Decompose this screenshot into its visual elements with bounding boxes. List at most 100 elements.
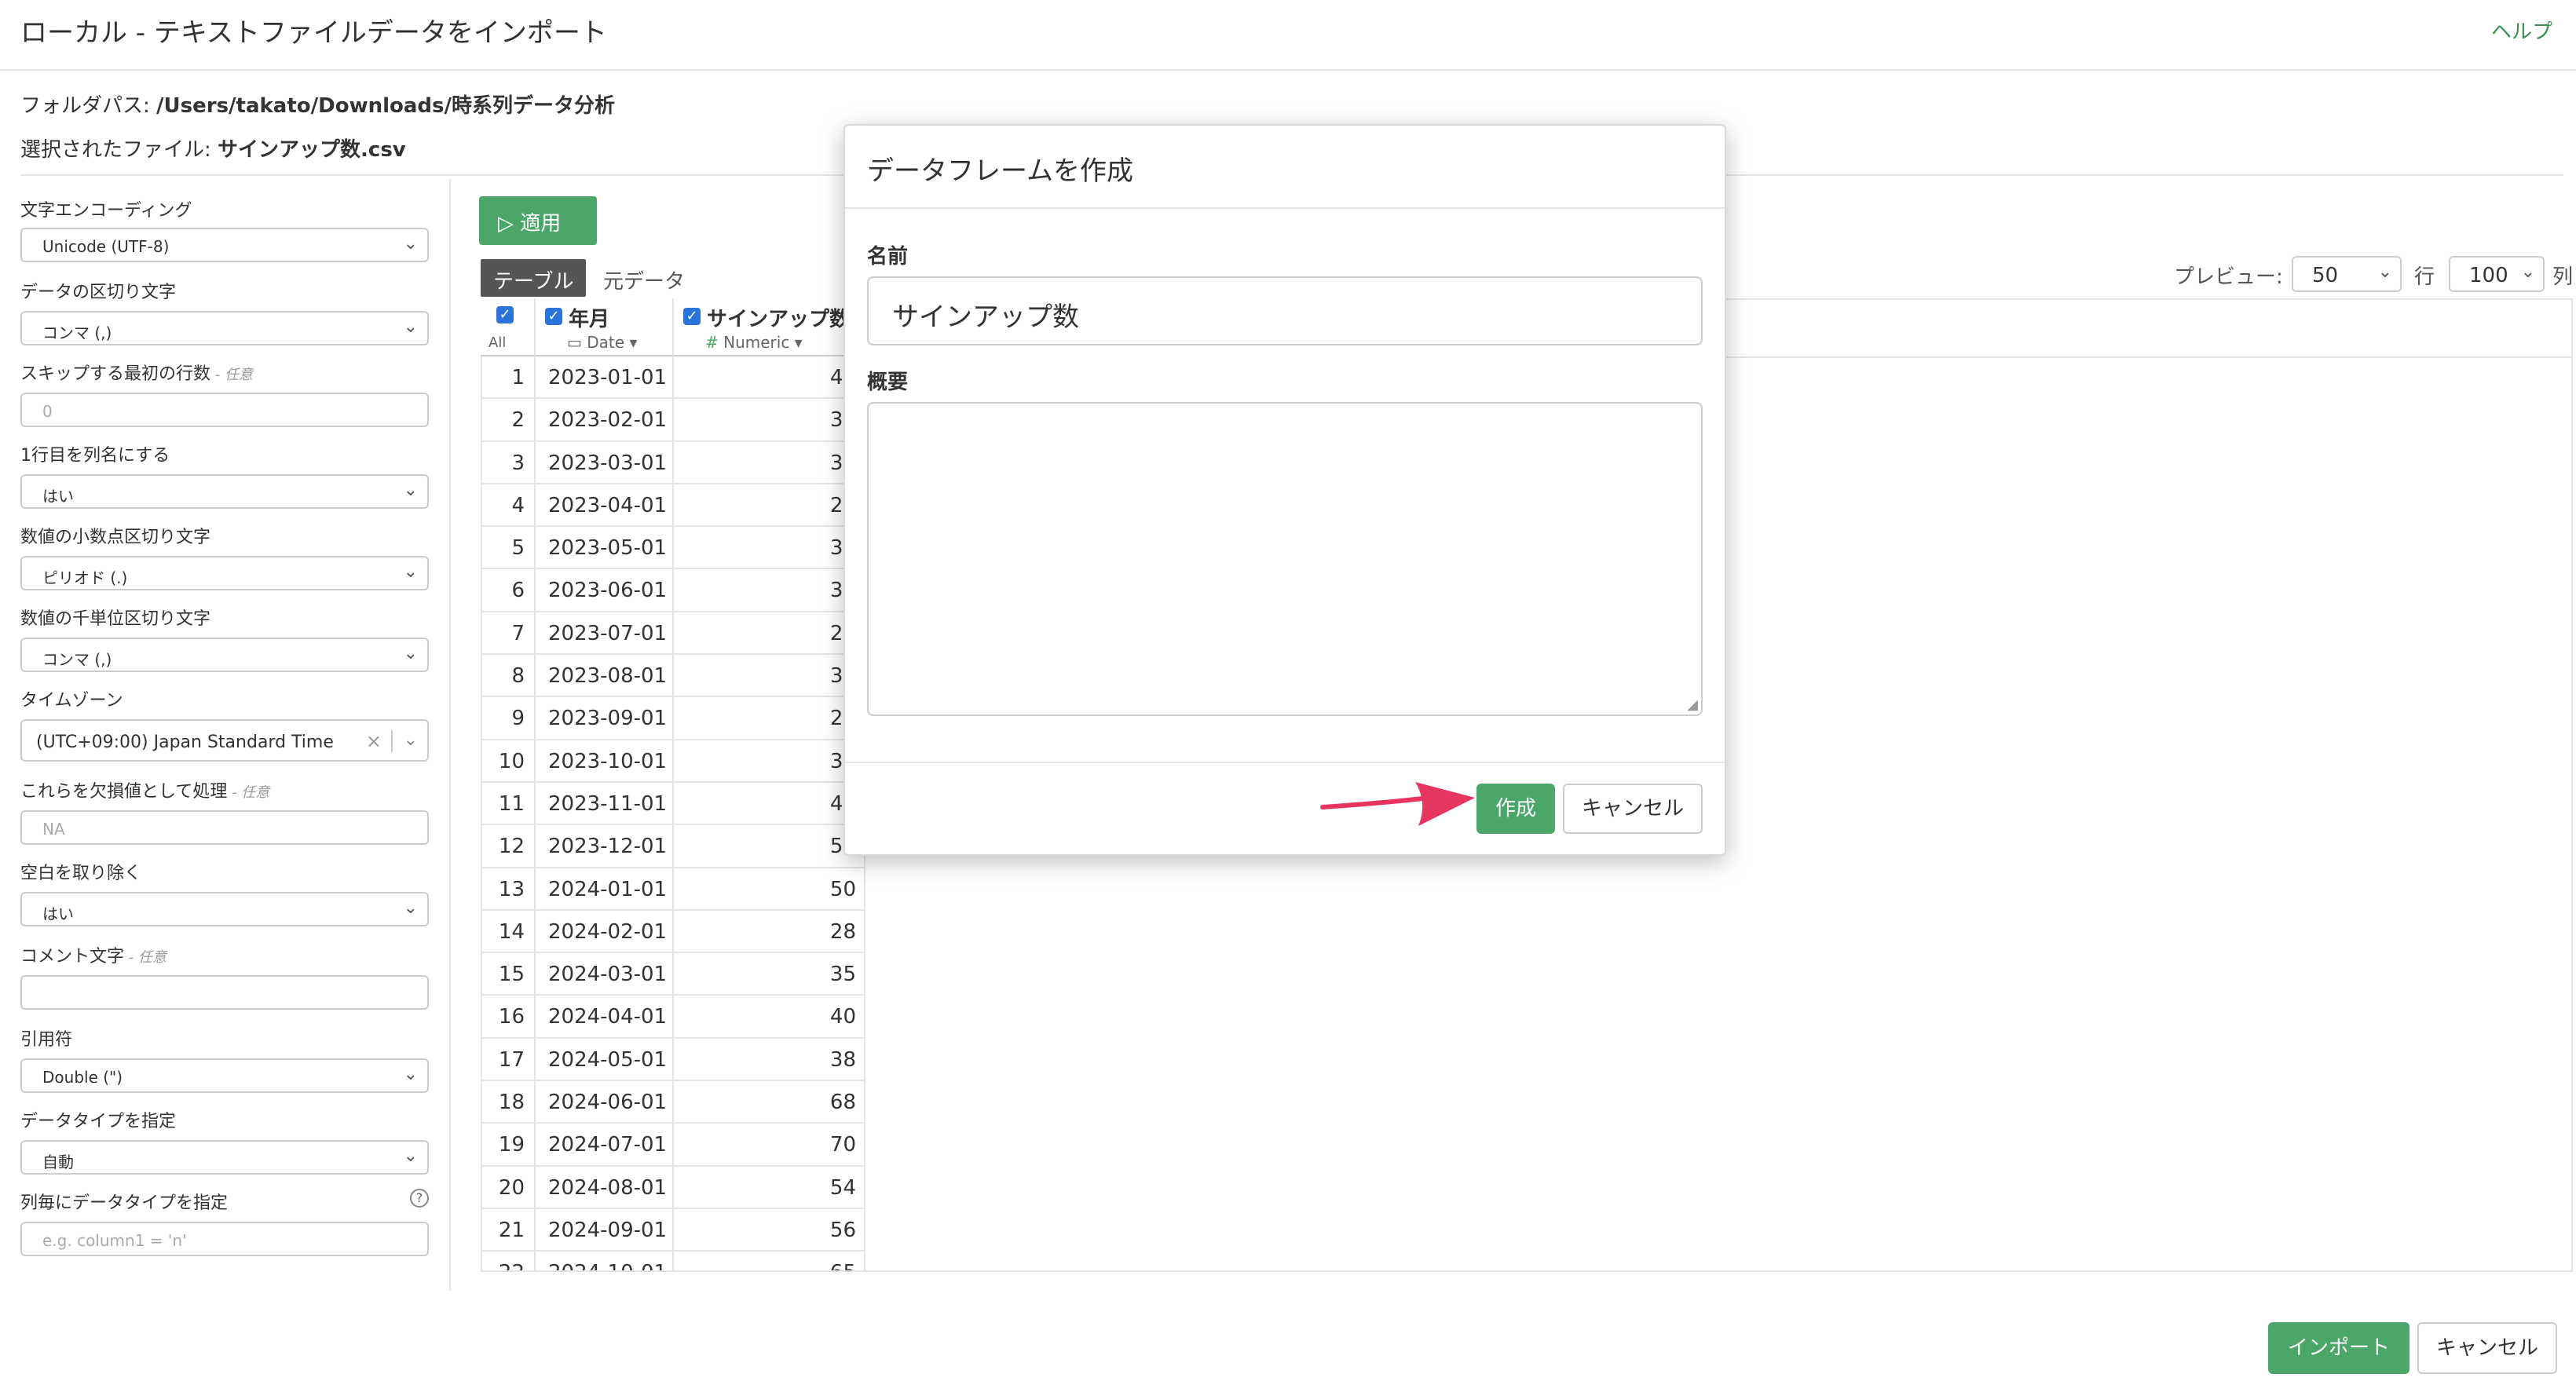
- row-index: 7: [481, 612, 536, 654]
- create-dataframe-dialog: データフレームを作成 名前 サインアップ数 概要 ◢ 作成 キャンセル: [843, 124, 1726, 856]
- chevron-down-icon: ⌄: [403, 1146, 418, 1166]
- column-type[interactable]: ▭ Date ▾: [567, 333, 637, 352]
- row-index: 17: [481, 1038, 536, 1080]
- chevron-down-icon: ⌄: [2520, 262, 2535, 282]
- row-index: 22: [481, 1252, 536, 1270]
- caret-down-icon: ▾: [789, 333, 803, 352]
- name-input[interactable]: サインアップ数: [867, 276, 1703, 345]
- selected-file-value: サインアップ数.csv: [218, 138, 406, 162]
- cell-signups: 35: [674, 953, 865, 995]
- preview-rows-select[interactable]: 50 ⌄: [2292, 256, 2402, 292]
- cell-date: 2024-10-01: [536, 1252, 674, 1270]
- table-row: 12023-01-0140: [481, 356, 865, 400]
- comment-label: コメント文字 - 任意: [20, 942, 166, 967]
- column-header-date[interactable]: ✓ 年月 ▭ Date ▾: [536, 298, 674, 356]
- folder-path-value: /Users/takato/Downloads/時系列データ分析: [156, 94, 616, 118]
- thousands-select[interactable]: コンマ (,) ⌄: [20, 638, 429, 672]
- comment-input[interactable]: [20, 975, 429, 1010]
- cell-signups: 38: [674, 527, 865, 568]
- row-index: 8: [481, 655, 536, 696]
- chevron-down-icon: ⌄: [403, 481, 418, 500]
- encoding-label: 文字エンコーディング: [20, 201, 192, 221]
- delimiter-select[interactable]: コンマ (,) ⌄: [20, 311, 429, 345]
- timezone-select[interactable]: (UTC+09:00) Japan Standard Time × ⌄: [20, 719, 429, 762]
- table-row: 222024-10-0165: [481, 1252, 865, 1270]
- question-icon[interactable]: ?: [410, 1189, 429, 1208]
- select-all-header: ✓ All: [481, 298, 536, 356]
- column-type[interactable]: # Numeric ▾: [705, 333, 803, 352]
- cell-date: 2024-09-01: [536, 1208, 674, 1251]
- cancel-button[interactable]: キャンセル: [2417, 1322, 2557, 1374]
- cell-date: 2023-10-01: [536, 740, 674, 781]
- table-row: 18 2024-06-01 68: [481, 1081, 865, 1124]
- quote-label: 引用符: [20, 1030, 73, 1050]
- header: ローカル - テキストファイルデータをインポート ヘルプ: [0, 0, 2576, 71]
- chevron-down-icon: ⌄: [403, 562, 418, 582]
- select-all-checkbox[interactable]: ✓: [496, 306, 514, 323]
- dialog-cancel-button[interactable]: キャンセル: [1563, 784, 1703, 834]
- cell-date: 2023-11-01: [536, 782, 674, 824]
- encoding-select[interactable]: Unicode (UTF-8) ⌄: [20, 228, 429, 262]
- cell-signups: 70: [674, 1124, 865, 1165]
- cell-date: 2023-12-01: [536, 825, 674, 867]
- table-row: 62023-06-0130: [481, 569, 865, 612]
- thousands-value: コンマ (,): [42, 650, 112, 669]
- row-index: 20: [481, 1166, 536, 1208]
- trim-label: 空白を取り除く: [20, 864, 142, 883]
- delimiter-value: コンマ (,): [42, 323, 112, 342]
- dtype-value: 自動: [42, 1153, 74, 1171]
- table-row: 16 2024-04-01 40: [481, 996, 865, 1039]
- decimal-select[interactable]: ピリオド (.) ⌄: [20, 556, 429, 590]
- coltype-input[interactable]: e.g. column1 = 'n': [20, 1222, 429, 1256]
- skip-rows-input[interactable]: 0: [20, 393, 429, 427]
- quote-value: Double ("): [42, 1068, 123, 1087]
- column-header-signups[interactable]: ✓ サインアップ数 # Numeric ▾: [674, 298, 865, 356]
- column-type-label: Numeric: [723, 333, 790, 352]
- help-link[interactable]: ヘルプ: [2491, 16, 2552, 45]
- column-type-label: Date: [587, 333, 625, 352]
- resize-handle-icon[interactable]: ◢: [1687, 696, 1698, 713]
- cell-date: 2023-04-01: [536, 484, 674, 526]
- table-row: 122023-12-0155: [481, 825, 865, 868]
- cell-signups: 25: [674, 484, 865, 526]
- optional-tag: - 任意: [124, 949, 166, 966]
- apply-button[interactable]: ▷ 適用: [479, 196, 597, 245]
- chevron-down-icon: ⌄: [403, 1065, 418, 1084]
- coltype-label: 列毎にデータタイプを指定: [20, 1193, 229, 1213]
- header-row-label: 1行目を列名にする: [20, 446, 170, 466]
- clear-icon[interactable]: ×: [366, 730, 382, 752]
- column-checkbox[interactable]: ✓: [545, 308, 562, 325]
- play-icon: ▷: [498, 212, 521, 236]
- na-input[interactable]: NA: [20, 810, 429, 845]
- quote-select[interactable]: Double (") ⌄: [20, 1058, 429, 1093]
- tab-table[interactable]: テーブル: [481, 259, 586, 297]
- cell-signups: 38: [674, 655, 865, 696]
- chevron-down-icon: ⌄: [403, 317, 418, 337]
- create-button[interactable]: 作成: [1476, 784, 1555, 834]
- column-checkbox[interactable]: ✓: [683, 308, 701, 325]
- rows-unit: 行: [2414, 265, 2435, 289]
- table-row: 52023-05-0138: [481, 527, 865, 570]
- chevron-down-icon[interactable]: ⌄: [404, 730, 418, 750]
- table-row: 112023-11-0142: [481, 782, 865, 826]
- description-textarea[interactable]: ◢: [867, 402, 1703, 716]
- tab-raw-data[interactable]: 元データ: [603, 265, 685, 294]
- table-row: 42023-04-0125: [481, 484, 865, 528]
- table-row: 15 2024-03-01 35: [481, 953, 865, 996]
- decimal-value: ピリオド (.): [42, 568, 128, 587]
- cell-date: 2023-02-01: [536, 399, 674, 440]
- chevron-down-icon: ⌄: [2377, 262, 2392, 282]
- dtype-select[interactable]: 自動 ⌄: [20, 1140, 429, 1175]
- trim-select[interactable]: はい ⌄: [20, 892, 429, 926]
- import-button[interactable]: インポート: [2268, 1322, 2410, 1374]
- row-index: 21: [481, 1208, 536, 1251]
- cell-signups: 40: [674, 356, 865, 398]
- calendar-icon: ▭: [567, 333, 587, 352]
- chevron-down-icon: ⌄: [403, 234, 418, 254]
- preview-cols-select[interactable]: 100 ⌄: [2449, 256, 2545, 292]
- cell-signups: 40: [674, 996, 865, 1037]
- divider-vertical: [449, 179, 451, 1291]
- thousands-label: 数値の千単位区切り文字: [20, 609, 211, 629]
- header-row-select[interactable]: はい ⌄: [20, 474, 429, 509]
- cell-date: 2024-03-01: [536, 953, 674, 995]
